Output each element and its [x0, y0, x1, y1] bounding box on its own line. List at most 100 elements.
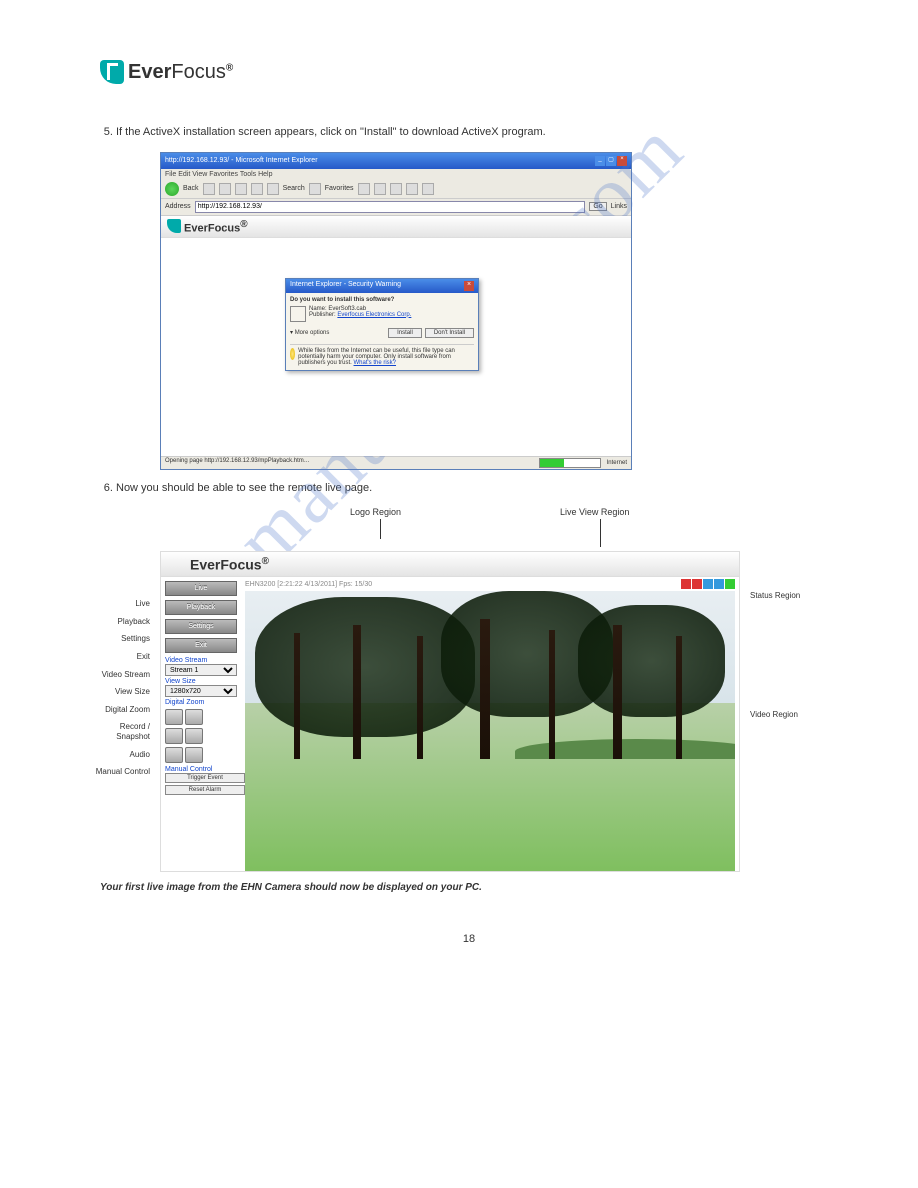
links-label: Links — [611, 203, 627, 210]
callout-live-view-region: Live View Region — [560, 507, 629, 517]
go-button[interactable]: Go — [589, 202, 606, 211]
live-logo-bar: EverFocus® — [160, 551, 740, 577]
stop-icon[interactable] — [219, 183, 231, 195]
settings-button[interactable]: Settings — [165, 619, 237, 634]
everfocus-logo-icon — [169, 555, 187, 573]
sidebar: Live Playback Settings Exit Video Stream… — [161, 577, 241, 871]
reset-alarm-button[interactable]: Reset Alarm — [165, 785, 245, 795]
manual-control-label: Manual Control — [165, 766, 237, 773]
callout-audio: Audio — [90, 750, 150, 760]
callout-digital-zoom: Digital Zoom — [90, 705, 150, 715]
page-logo-bar: EverFocus® — [161, 216, 631, 239]
page-number: 18 — [100, 933, 838, 945]
warning-icon — [290, 348, 295, 360]
ie-address-bar: Address Go Links — [161, 199, 631, 216]
status-region — [681, 579, 735, 589]
status-ok-icon — [725, 579, 735, 589]
ie-menu-bar[interactable]: File Edit View Favorites Tools Help — [161, 169, 631, 180]
address-input[interactable] — [195, 201, 586, 213]
back-button-icon[interactable] — [165, 182, 179, 196]
footnote: Your first live image from the EHN Camer… — [100, 882, 838, 893]
step-5-text: If the ActiveX installation screen appea… — [116, 124, 838, 142]
video-frame — [245, 591, 735, 871]
record-icon[interactable] — [165, 728, 183, 744]
media-icon[interactable] — [358, 183, 370, 195]
digital-zoom-label: Digital Zoom — [165, 699, 237, 706]
publisher-link[interactable]: Everfocus Electronics Corp. — [337, 312, 411, 318]
callout-exit: Exit — [90, 652, 150, 662]
everfocus-logo-icon — [167, 219, 181, 233]
favorites-icon[interactable] — [309, 183, 321, 195]
live-button[interactable]: Live — [165, 581, 237, 596]
minimize-icon[interactable]: _ — [595, 156, 605, 166]
window-controls: _ ▢ × — [595, 156, 627, 166]
callout-manual: Manual Control — [90, 767, 150, 777]
publisher-label: Publisher: — [309, 312, 336, 318]
callout-video-region: Video Region — [750, 710, 810, 719]
install-button[interactable]: Install — [388, 328, 422, 338]
progress-bar — [539, 458, 601, 468]
ie-browser-window: http://192.168.12.93/ - Microsoft Intern… — [160, 152, 632, 470]
zoom-in-icon[interactable] — [165, 709, 183, 725]
exit-button[interactable]: Exit — [165, 638, 237, 653]
status-record-icon — [681, 579, 691, 589]
security-warning-dialog: Internet Explorer - Security Warning × D… — [285, 278, 479, 371]
mail-icon[interactable] — [390, 183, 402, 195]
refresh-icon[interactable] — [235, 183, 247, 195]
view-size-label: View Size — [165, 678, 237, 685]
address-label: Address — [165, 203, 191, 210]
edit-icon[interactable] — [422, 183, 434, 195]
video-stream-label: Video Stream — [165, 657, 237, 664]
home-icon[interactable] — [251, 183, 263, 195]
callout-view-size: View Size — [90, 687, 150, 697]
page-header-logo: EverFocus® — [100, 60, 838, 84]
mic-icon[interactable] — [185, 747, 203, 763]
search-label: Search — [283, 185, 305, 192]
ie-toolbar: Back Search Favorites — [161, 180, 631, 199]
dialog-title: Internet Explorer - Security Warning — [290, 281, 401, 291]
callout-logo-region: Logo Region — [350, 507, 401, 517]
ie-content-area: EverFocus® Internet Explorer - Security … — [161, 216, 631, 456]
video-region: EHN3200 [2:21:22 4/13/2011] Fps: 15/30 — [241, 577, 739, 871]
favorites-label: Favorites — [325, 185, 354, 192]
status-alarm-icon — [692, 579, 702, 589]
ie-title-bar: http://192.168.12.93/ - Microsoft Intern… — [161, 153, 631, 169]
view-size-select[interactable]: 1280x720 — [165, 685, 237, 697]
zone-label: Internet — [607, 460, 627, 466]
everfocus-logo-text: EverFocus® — [128, 61, 233, 84]
callout-rec-snap: Record / Snapshot — [90, 722, 150, 741]
zoom-out-icon[interactable] — [185, 709, 203, 725]
step-6-text: Now you should be able to see the remote… — [116, 480, 838, 498]
video-stream-select[interactable]: Stream 1 — [165, 664, 237, 676]
dialog-close-icon[interactable]: × — [464, 281, 474, 291]
callout-video-stream: Video Stream — [90, 670, 150, 680]
stream-info: EHN3200 [2:21:22 4/13/2011] Fps: 15/30 — [245, 581, 372, 588]
status-motion-icon — [714, 579, 724, 589]
ie-window-title: http://192.168.12.93/ - Microsoft Intern… — [165, 157, 318, 164]
everfocus-logo-icon — [100, 60, 124, 84]
callout-playback: Playback — [90, 617, 150, 627]
status-network-icon — [703, 579, 713, 589]
trigger-event-button[interactable]: Trigger Event — [165, 773, 245, 783]
back-label: Back — [183, 185, 199, 192]
dialog-question: Do you want to install this software? — [290, 297, 474, 303]
dont-install-button[interactable]: Don't Install — [425, 328, 474, 338]
speaker-icon[interactable] — [165, 747, 183, 763]
risk-link[interactable]: What's the risk? — [354, 360, 397, 366]
live-view-window: EverFocus® Live Playback Settings Exit V… — [160, 551, 740, 872]
forward-icon[interactable] — [203, 183, 215, 195]
more-options[interactable]: ▾ More options — [290, 329, 329, 336]
callout-live: Live — [90, 599, 150, 609]
status-text: Opening page http://192.168.12.93/mpPlay… — [165, 458, 310, 468]
search-icon[interactable] — [267, 183, 279, 195]
software-icon — [290, 306, 306, 322]
maximize-icon[interactable]: ▢ — [606, 156, 616, 166]
snapshot-icon[interactable] — [185, 728, 203, 744]
callout-settings: Settings — [90, 634, 150, 644]
playback-button[interactable]: Playback — [165, 600, 237, 615]
ie-status-bar: Opening page http://192.168.12.93/mpPlay… — [161, 456, 631, 469]
close-icon[interactable]: × — [617, 156, 627, 166]
print-icon[interactable] — [406, 183, 418, 195]
callout-status-region: Status Region — [750, 591, 810, 600]
history-icon[interactable] — [374, 183, 386, 195]
